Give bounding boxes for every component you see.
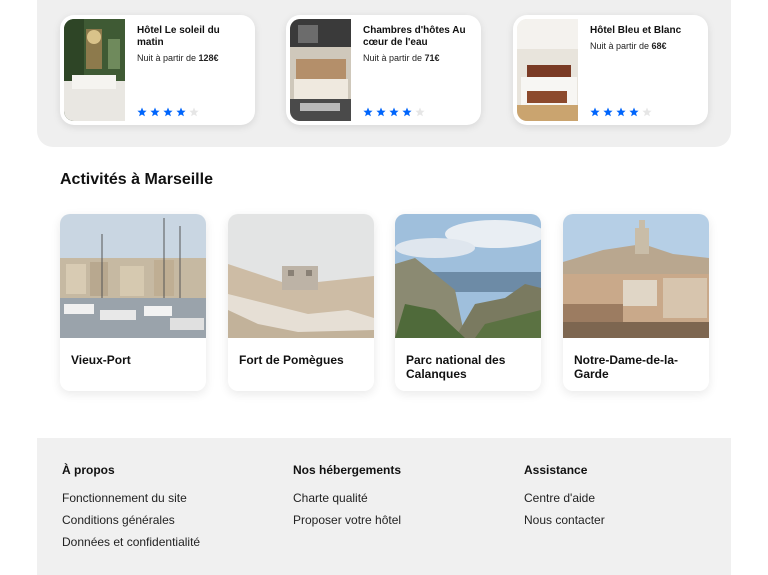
hotel-name: Hôtel Bleu et Blanc — [590, 25, 682, 36]
hotel-name: Hôtel Le soleil du matin — [137, 25, 220, 48]
star-rating — [137, 107, 199, 117]
activity-card-vieux-port[interactable]: Vieux-Port — [60, 214, 206, 391]
footer-column-assistance: Assistance Centre d'aide Nous contacter — [524, 463, 605, 535]
footer-heading: À propos — [62, 463, 115, 477]
star-filled-icon — [603, 107, 613, 117]
hotel-photo — [290, 19, 351, 121]
footer-link-terms[interactable]: Conditions générales — [62, 513, 200, 527]
star-filled-icon — [389, 107, 399, 117]
footer-link-how-it-works[interactable]: Fonctionnement du site — [62, 491, 200, 505]
star-empty-icon — [642, 107, 652, 117]
star-filled-icon — [590, 107, 600, 117]
hotel-price: Nuit à partir de 68€ — [590, 41, 667, 51]
activities-title: Activités à Marseille — [60, 171, 213, 188]
footer-link-help-center[interactable]: Centre d'aide — [524, 491, 605, 505]
star-rating — [590, 107, 652, 117]
footer-heading: Assistance — [524, 463, 588, 477]
hotel-photo — [64, 19, 125, 121]
hotel-card[interactable]: Hôtel Le soleil du matin Nuit à partir d… — [60, 15, 255, 125]
star-filled-icon — [616, 107, 626, 117]
hotels-band: Hôtel Le soleil du matin Nuit à partir d… — [37, 0, 731, 147]
activity-photo — [563, 214, 709, 338]
star-filled-icon — [629, 107, 639, 117]
footer-link-privacy[interactable]: Données et confidentialité — [62, 535, 200, 549]
footer-column-accommodations: Nos hébergements Charte qualité Proposer… — [293, 463, 401, 535]
star-filled-icon — [176, 107, 186, 117]
footer-heading: Nos hébergements — [293, 463, 402, 477]
hotel-name: Chambres d'hôtes Au cœur de l'eau — [363, 25, 466, 48]
activity-label: Fort de Pomègues — [239, 353, 344, 367]
star-empty-icon — [189, 107, 199, 117]
footer-link-propose-hotel[interactable]: Proposer votre hôtel — [293, 513, 401, 527]
star-filled-icon — [402, 107, 412, 117]
activity-photo — [228, 214, 374, 338]
star-rating — [363, 107, 425, 117]
hotel-card[interactable]: Chambres d'hôtes Au cœur de l'eau Nuit à… — [286, 15, 481, 125]
activity-card-calanques[interactable]: Parc national des Calanques — [395, 214, 541, 391]
star-filled-icon — [137, 107, 147, 117]
hotel-price: Nuit à partir de 128€ — [137, 53, 219, 63]
star-filled-icon — [163, 107, 173, 117]
hotel-price: Nuit à partir de 71€ — [363, 53, 440, 63]
activity-card-fort-de-pomegues[interactable]: Fort de Pomègues — [228, 214, 374, 391]
hotel-photo — [517, 19, 578, 121]
footer: À propos Fonctionnement du site Conditio… — [37, 438, 731, 575]
activity-photo — [60, 214, 206, 338]
star-filled-icon — [376, 107, 386, 117]
footer-column-about: À propos Fonctionnement du site Conditio… — [62, 463, 200, 557]
hotel-card[interactable]: Hôtel Bleu et Blanc Nuit à partir de 68€ — [513, 15, 708, 125]
activity-label: Parc national des Calanques — [406, 353, 506, 381]
star-filled-icon — [363, 107, 373, 117]
activity-label: Notre-Dame-de-la-Garde — [574, 353, 679, 381]
activity-photo — [395, 214, 541, 338]
footer-link-contact[interactable]: Nous contacter — [524, 513, 605, 527]
activity-label: Vieux-Port — [71, 353, 131, 367]
star-empty-icon — [415, 107, 425, 117]
star-filled-icon — [150, 107, 160, 117]
activity-card-notre-dame-de-la-garde[interactable]: Notre-Dame-de-la-Garde — [563, 214, 709, 391]
footer-link-quality-charter[interactable]: Charte qualité — [293, 491, 401, 505]
